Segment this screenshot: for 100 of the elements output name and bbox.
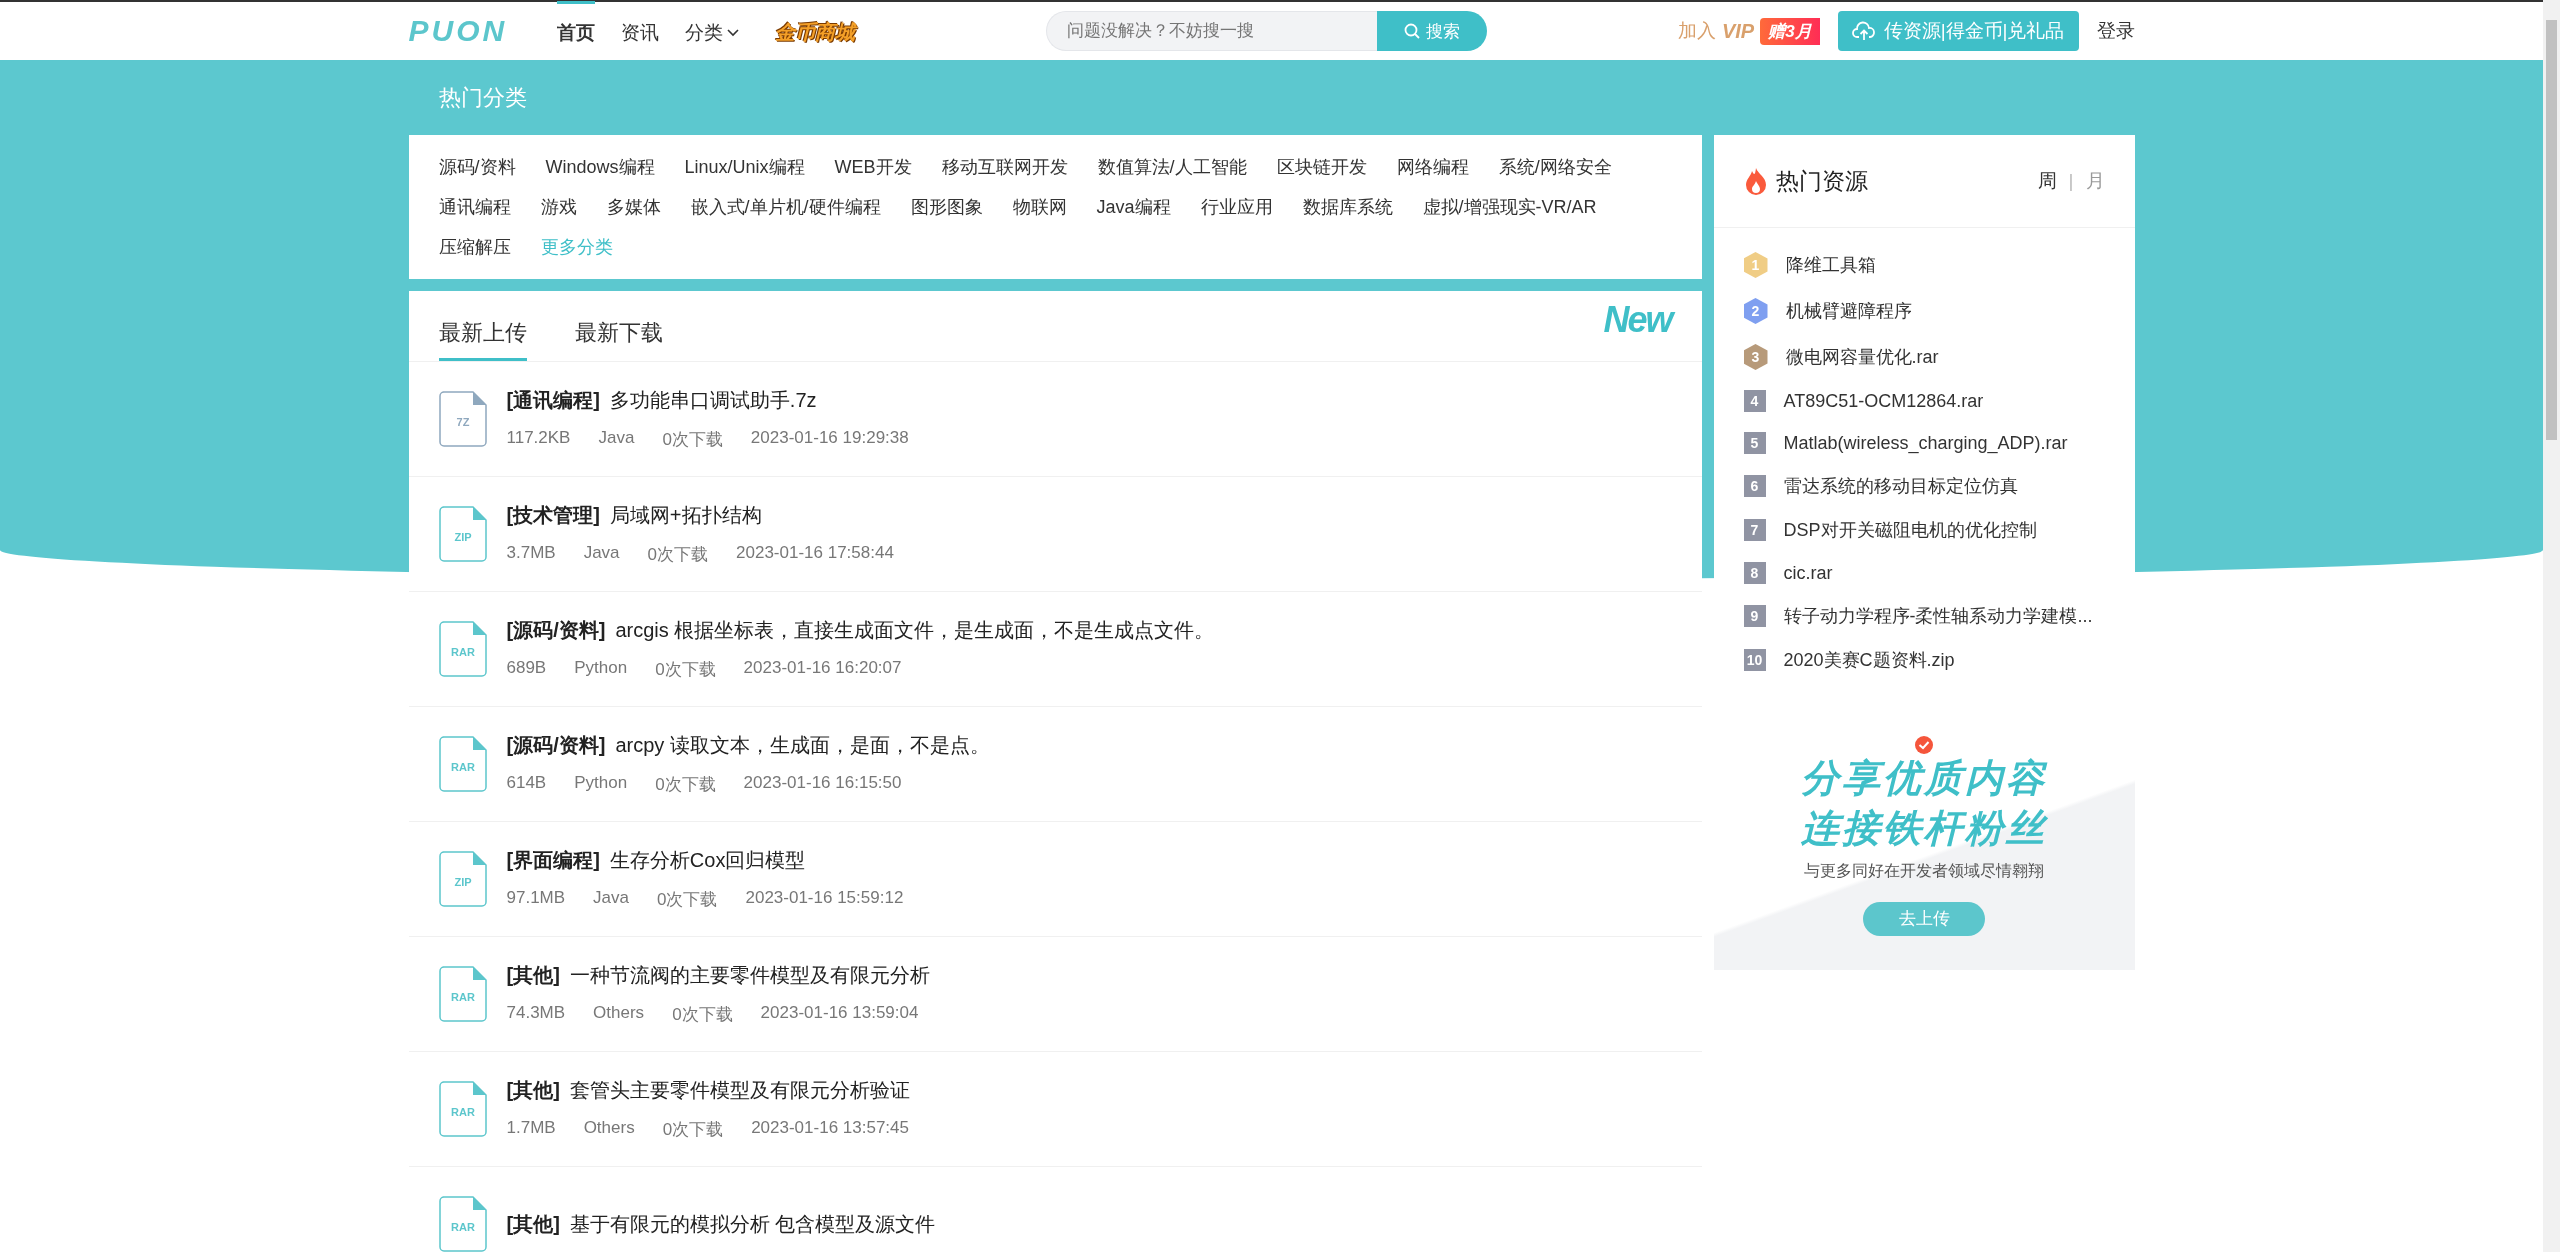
hot-resource-link[interactable]: 微电网容量优化.rar (1785, 345, 1939, 369)
file-icon: RAR (438, 621, 487, 677)
category-tag[interactable]: [源码/资料] (506, 617, 606, 644)
file-icon: ZIP (438, 506, 487, 562)
rank-medal: 3 (1743, 344, 1768, 370)
file-size: 614B (506, 773, 547, 794)
file-icon: ZIP (438, 851, 487, 907)
hot-resource-link[interactable]: DSP对开关磁阻电机的优化控制 (1783, 518, 2037, 542)
nav-link[interactable]: 分类 (685, 0, 740, 62)
period-tab[interactable]: 周 (2037, 168, 2057, 194)
language-label: Others (583, 1118, 635, 1139)
resource-title[interactable]: 基于有限元的模拟分析 包含模型及源文件 (569, 1210, 936, 1238)
flame-icon (1743, 167, 1768, 195)
hot-resource-link[interactable]: 降维工具箱 (1785, 253, 1876, 277)
file-icon: RAR (438, 966, 487, 1022)
category-tag[interactable]: [其他] (506, 1210, 560, 1238)
category-link[interactable]: Windows编程 (545, 153, 655, 181)
download-count: 0次下载 (672, 1004, 733, 1026)
category-link[interactable]: 图形图象 (910, 193, 983, 221)
category-link[interactable]: 多媒体 (606, 193, 661, 221)
category-link[interactable]: 区块链开发 (1276, 153, 1367, 181)
category-link[interactable]: 数据库系统 (1302, 193, 1393, 221)
category-link[interactable]: 源码/资料 (438, 153, 516, 181)
file-icon: 7Z (438, 391, 487, 447)
file-size: 689B (506, 658, 547, 679)
resource-title[interactable]: 多功能串口调试助手.7z (609, 387, 817, 414)
upload-time: 2023-01-16 17:58:44 (736, 543, 894, 564)
scrollbar[interactable] (2543, 0, 2560, 1252)
upload-time: 2023-01-16 15:59:12 (745, 888, 904, 909)
resource-title[interactable]: 生存分析Cox回归模型 (609, 847, 806, 874)
login-link[interactable]: 登录 (2096, 18, 2135, 44)
category-tag[interactable]: [通讯编程] (506, 387, 600, 414)
cloud-upload-icon (1851, 21, 1876, 41)
category-link[interactable]: Linux/Unix编程 (684, 153, 805, 181)
language-label: Others (593, 1003, 645, 1024)
file-icon: RAR (438, 1081, 487, 1137)
category-tag[interactable]: [源码/资料] (506, 732, 606, 759)
search-field[interactable]: 问题没解决？不妨搜一搜 (1046, 11, 1378, 51)
file-size: 117.2KB (506, 428, 571, 449)
download-count: 0次下载 (655, 659, 716, 681)
resource-title[interactable]: 一种节流阀的主要零件模型及有限元分析 (569, 962, 930, 989)
resource-title[interactable]: 套管头主要零件模型及有限元分析验证 (569, 1077, 910, 1104)
chevron-down-icon (727, 28, 740, 37)
language-label: Java (593, 888, 629, 909)
category-tag[interactable]: [其他] (506, 962, 560, 989)
upload-time: 2023-01-16 16:20:07 (743, 658, 902, 679)
category-link[interactable]: Java编程 (1096, 193, 1171, 221)
hot-resource-link[interactable]: Matlab(wireless_charging_ADP).rar (1783, 432, 2068, 454)
list-tab[interactable]: 最新下载 (574, 318, 663, 361)
download-count: 0次下载 (657, 889, 718, 911)
category-tag[interactable]: [技术管理] (506, 502, 600, 529)
hot-resource-link[interactable]: cic.rar (1783, 562, 1833, 584)
hot-resource-link[interactable]: 2020美赛C题资料.zip (1783, 648, 1955, 672)
category-link[interactable]: 压缩解压 (438, 233, 511, 261)
language-label: Java (598, 428, 635, 449)
file-size: 74.3MB (506, 1003, 566, 1024)
rank-badge: 7 (1743, 519, 1766, 541)
category-link[interactable]: 行业应用 (1200, 193, 1273, 221)
category-link[interactable]: 游戏 (540, 193, 577, 221)
resource-title[interactable]: arcpy 读取文本，生成面，是面，不是点。 (615, 732, 990, 759)
category-link[interactable]: 嵌入式/单片机/硬件编程 (690, 193, 881, 221)
category-link[interactable]: 移动互联网开发 (941, 153, 1068, 181)
upload-time: 2023-01-16 19:29:38 (750, 428, 909, 449)
download-count: 0次下载 (647, 544, 709, 566)
category-link[interactable]: 系统/网络安全 (1498, 153, 1612, 181)
download-count: 0次下载 (662, 429, 723, 451)
section-title: 热门分类 (437, 83, 527, 112)
rank-medal: 2 (1743, 298, 1768, 324)
rank-badge: 5 (1743, 432, 1766, 454)
category-link[interactable]: 数值算法/人工智能 (1097, 153, 1247, 181)
hot-resource-link[interactable]: AT89C51-OCM12864.rar (1783, 390, 1984, 412)
rank-medal: 1 (1743, 252, 1768, 278)
vip-bonus-badge: 赠3月 (1760, 17, 1820, 45)
download-count: 0次下载 (662, 1119, 724, 1141)
list-tab[interactable]: 最新上传 (438, 318, 527, 361)
category-tag[interactable]: [其他] (506, 1077, 560, 1104)
resource-title[interactable]: 局域网+拓扑结构 (609, 502, 762, 529)
category-link[interactable]: 通讯编程 (438, 193, 511, 221)
rank-badge: 8 (1743, 562, 1766, 584)
nav-link[interactable]: 首页 (557, 0, 596, 62)
promo-headline: 连接铁杆粉丝 (1801, 806, 2047, 849)
file-icon: RAR (438, 1196, 487, 1252)
language-label: Java (583, 543, 620, 564)
scrollbar-thumb[interactable] (2546, 20, 2557, 440)
hot-resource-link[interactable]: 机械臂避障程序 (1785, 299, 1912, 323)
nav-link[interactable]: 资讯 (621, 0, 660, 62)
category-link[interactable]: 网络编程 (1396, 153, 1469, 181)
category-link[interactable]: WEB开发 (834, 153, 912, 181)
category-link[interactable]: 物联网 (1012, 193, 1067, 221)
category-link[interactable]: 虚拟/增强现实-VR/AR (1422, 193, 1597, 221)
resource-title[interactable]: arcgis 根据坐标表，直接生成面文件，是生成面，不是生成点文件。 (615, 617, 1215, 644)
separator-text: | (2068, 170, 2074, 192)
promo-subtitle: 与更多同好在开发者领域尽情翱翔 (1804, 860, 2044, 881)
rank-badge: 6 (1743, 475, 1766, 497)
rank-badge: 4 (1743, 390, 1766, 412)
hot-resource-link[interactable]: 转子动力学程序-柔性轴系动力学建模... (1783, 604, 2093, 628)
category-tag[interactable]: [界面编程] (506, 847, 600, 874)
file-size: 1.7MB (506, 1118, 556, 1139)
rank-badge: 10 (1743, 649, 1766, 671)
hot-resource-link[interactable]: 雷达系统的移动目标定位仿真 (1783, 474, 2018, 498)
